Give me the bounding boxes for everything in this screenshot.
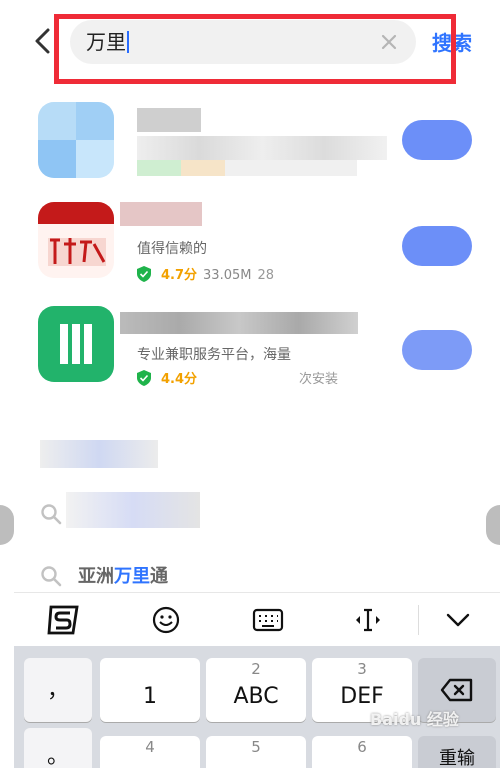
key-period[interactable]: 。	[24, 728, 92, 768]
app-logo-icon	[60, 324, 92, 364]
app-title-blurred	[137, 108, 201, 132]
key-reset[interactable]: 重输	[418, 736, 496, 768]
app-rating-row: 4.4分 次安装	[137, 368, 338, 387]
suggestion-blurred[interactable]	[40, 440, 158, 468]
sogou-logo-icon[interactable]	[46, 603, 82, 637]
app-rating-row: 4.7分 33.05M 28	[137, 264, 274, 283]
cursor-move-icon[interactable]	[350, 603, 386, 637]
key-4[interactable]: 4	[100, 736, 200, 768]
back-arrow-icon[interactable]	[30, 26, 56, 56]
app-result-row[interactable]: 值得信赖的 4.7分 33.05M 28	[0, 198, 500, 298]
search-icon	[41, 566, 62, 587]
app-description: 值得信赖的	[137, 241, 207, 257]
watermark: Baidu 经验	[370, 710, 459, 729]
app-title-blurred	[120, 312, 358, 334]
highlight-annotation-box	[54, 14, 456, 84]
shield-icon	[137, 266, 151, 282]
app-description: 专业兼职服务平台，海量	[137, 347, 291, 363]
chevron-down-icon[interactable]	[440, 603, 476, 637]
app-result-row[interactable]	[0, 96, 500, 196]
app-size: 33.05M	[203, 268, 252, 283]
history-item[interactable]: 亚洲万里通	[38, 556, 458, 596]
install-button[interactable]	[402, 120, 472, 160]
app-extra: 28	[257, 268, 275, 283]
app-rating: 4.4分	[161, 372, 198, 387]
emoji-icon[interactable]	[148, 603, 184, 637]
app-rating: 4.7分	[161, 268, 198, 283]
side-nav-right[interactable]	[486, 505, 500, 545]
app-icon	[38, 202, 114, 278]
key-5[interactable]: 5	[206, 736, 306, 768]
side-nav-left[interactable]	[0, 505, 14, 545]
history-text-blurred	[66, 492, 200, 528]
keyboard-toolbar	[14, 592, 500, 646]
key-2-abc[interactable]: 2 ABC	[206, 658, 306, 722]
backspace-icon	[440, 678, 473, 702]
app-extra: 次安装	[299, 372, 339, 387]
search-icon	[41, 504, 62, 525]
app-info-blurred	[137, 136, 387, 160]
app-title-blurred	[120, 202, 202, 226]
history-item-blurred[interactable]	[38, 492, 458, 534]
install-button[interactable]	[402, 330, 472, 370]
key-comma[interactable]: ，	[24, 658, 92, 722]
app-result-row[interactable]: 专业兼职服务平台，海量 4.4分 次安装	[0, 300, 500, 400]
key-6[interactable]: 6	[312, 736, 412, 768]
toolbar-divider	[418, 605, 419, 635]
shield-icon	[137, 370, 151, 386]
app-tags-blurred	[137, 160, 357, 176]
app-icon	[38, 102, 114, 178]
search-header: 万里 搜索	[0, 0, 500, 90]
history-text: 亚洲万里通	[78, 566, 168, 587]
app-icon	[38, 306, 114, 382]
keyboard-icon[interactable]	[250, 603, 286, 637]
key-1[interactable]: 1	[100, 658, 200, 722]
app-logo-icon	[50, 238, 106, 264]
install-button[interactable]	[402, 226, 472, 266]
